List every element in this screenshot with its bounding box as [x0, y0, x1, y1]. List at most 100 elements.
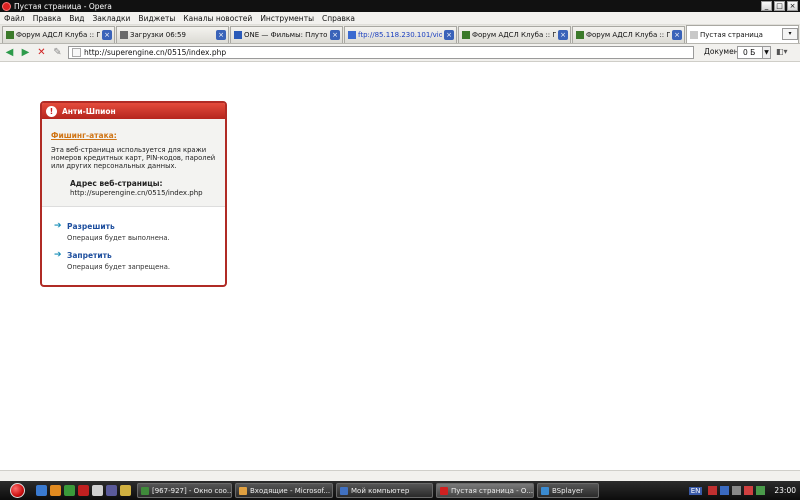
arrow-right-icon: ➔ [54, 221, 62, 231]
tab-favicon-icon [234, 31, 242, 39]
taskbar-app-icon [340, 486, 348, 495]
menu-tools[interactable]: Инструменты [260, 14, 314, 23]
tab-label: Загрузки 06:59 [130, 31, 186, 39]
browser-icon[interactable] [36, 485, 47, 496]
tab-2[interactable]: ONE — Фильмы: Плутов...× [230, 26, 343, 43]
arrow-right-icon: ➔ [54, 250, 62, 260]
clock: 23:00 [774, 486, 796, 495]
address-value: http://superengine.cn/0515/index.php [70, 189, 203, 197]
menu-file[interactable]: Файл [4, 14, 25, 23]
taskbar-app-icon [440, 486, 448, 495]
start-button[interactable] [0, 481, 34, 500]
menu-help[interactable]: Справка [322, 14, 355, 23]
stop-icon[interactable]: ✕ [35, 46, 48, 59]
tab-0[interactable]: Форум АДСЛ Клуба :: П... × [2, 26, 115, 43]
chevron-down-icon[interactable]: ▼ [762, 46, 771, 59]
taskbar-button-label: BSplayer [552, 486, 584, 495]
opera-icon[interactable] [78, 485, 89, 496]
panel-toggle-icon[interactable]: ◧▾ [776, 47, 790, 58]
menu-view[interactable]: Вид [69, 14, 84, 23]
taskbar-button-4[interactable]: BSplayer [537, 483, 599, 498]
window-title: Пустая страница - Opera [14, 1, 112, 11]
window-titlebar: Пустая страница - Opera _ □ × [0, 0, 800, 12]
deny-description: Операция будет запрещена. [67, 263, 171, 271]
menu-feeds[interactable]: Каналы новостей [183, 14, 252, 23]
taskbar-button-1[interactable]: Входящие - Microsof... [235, 483, 333, 498]
folder-icon[interactable] [120, 485, 131, 496]
allow-description: Операция будет выполнена. [67, 234, 170, 242]
edit-icon[interactable]: ✎ [51, 46, 64, 59]
tab-3[interactable]: ftp://85.118.230.101/vid... × [344, 26, 457, 43]
address-label: Адрес веб-страницы: [70, 179, 163, 188]
menu-bar: Файл Правка Вид Закладки Виджеты Каналы … [0, 12, 800, 25]
tab-label: ONE — Фильмы: Плутов... [244, 31, 328, 39]
tab-bar: Форум АДСЛ Клуба :: П... × Загрузки 06:59 ×… [0, 25, 800, 44]
tab-favicon-icon [120, 31, 128, 39]
windows-logo-icon [9, 483, 25, 498]
firefox-icon[interactable] [50, 485, 61, 496]
allow-option[interactable]: ➔ Разрешить Операция будет выполнена. [54, 221, 170, 243]
tab-4[interactable]: Форум АДСЛ Клуба :: П... × [458, 26, 571, 43]
taskbar-button-label: Входящие - Microsof... [250, 486, 331, 495]
tray-status-icon[interactable] [756, 486, 766, 495]
menu-bookmarks[interactable]: Закладки [93, 14, 131, 23]
system-tray: EN 23:00 [688, 481, 800, 500]
taskbar-button-0[interactable]: [967-927] - Окно соо... [137, 483, 232, 498]
menu-widgets[interactable]: Виджеты [138, 14, 175, 23]
network-icon[interactable] [720, 486, 730, 495]
tab-favicon-icon [576, 31, 584, 39]
tab-favicon-icon [6, 31, 14, 39]
close-tab-icon[interactable]: × [444, 30, 454, 40]
tab-label: Форум АДСЛ Клуба :: П... [586, 31, 670, 39]
quick-launch [36, 485, 134, 496]
taskbar-button-label: [967-927] - Окно соо... [152, 486, 232, 495]
taskbar-button-2[interactable]: Мой компьютер [336, 483, 433, 498]
close-tab-icon[interactable]: × [672, 30, 682, 40]
taskbar-button-label: Мой компьютер [351, 486, 410, 495]
app-icon[interactable] [92, 485, 103, 496]
deny-option[interactable]: ➔ Запретить Операция будет запрещена. [54, 250, 171, 272]
utility-icon[interactable] [64, 485, 75, 496]
forward-icon[interactable]: ▶ [19, 46, 32, 59]
status-bar [0, 470, 800, 481]
antivirus-icon[interactable] [744, 486, 754, 495]
taskbar-app-icon [239, 486, 247, 495]
taskbar-app-icon [141, 486, 149, 495]
tab-1[interactable]: Загрузки 06:59 × [116, 26, 229, 43]
close-tab-icon[interactable]: × [558, 30, 568, 40]
page-icon [72, 48, 81, 57]
tab-favicon-icon [690, 30, 698, 39]
tab-favicon-icon [348, 31, 356, 39]
phishing-heading[interactable]: Фишинг-атака: [51, 131, 217, 140]
tab-list-button[interactable]: ▾ [782, 28, 798, 40]
address-toolbar: ◀ ▶ ✕ ✎ http://superengine.cn/0515/index… [0, 44, 800, 62]
opera-icon [2, 1, 11, 11]
dialog-header: ! Анти-Шпион [42, 103, 225, 119]
menu-edit[interactable]: Правка [33, 14, 62, 23]
warning-icon: ! [46, 105, 57, 117]
phishing-description: Эта веб-страница используется для кражи … [51, 146, 216, 170]
dialog-info: Фишинг-атака: Эта веб-страница используе… [42, 119, 225, 207]
tab-favicon-icon [462, 31, 470, 39]
address-field[interactable]: http://superengine.cn/0515/index.php [68, 46, 694, 59]
close-window-button[interactable]: × [787, 1, 798, 11]
maximize-button[interactable]: □ [774, 1, 785, 11]
close-tab-icon[interactable]: × [216, 30, 226, 40]
tray-app-icon[interactable] [708, 486, 718, 495]
allow-button[interactable]: Разрешить [67, 222, 115, 231]
volume-icon[interactable] [732, 486, 742, 495]
taskbar-app-icon [541, 486, 549, 495]
page-content: ! Анти-Шпион Фишинг-атака: Эта веб-стран… [0, 63, 800, 470]
taskbar-button-label: Пустая страница - О... [451, 486, 534, 495]
close-tab-icon[interactable]: × [330, 30, 340, 40]
close-tab-icon[interactable]: × [102, 30, 112, 40]
language-indicator[interactable]: EN [688, 486, 703, 495]
tab-5[interactable]: Форум АДСЛ Клуба :: П... × [572, 26, 685, 43]
minimize-button[interactable]: _ [761, 1, 772, 11]
taskbar-button-3[interactable]: Пустая страница - О... [436, 483, 534, 498]
deny-button[interactable]: Запретить [67, 251, 112, 260]
tab-label: Форум АДСЛ Клуба :: П... [472, 31, 556, 39]
media-icon[interactable] [106, 485, 117, 496]
back-icon[interactable]: ◀ [3, 46, 16, 59]
taskbar: [967-927] - Окно соо... Входящие - Micros… [0, 481, 800, 500]
